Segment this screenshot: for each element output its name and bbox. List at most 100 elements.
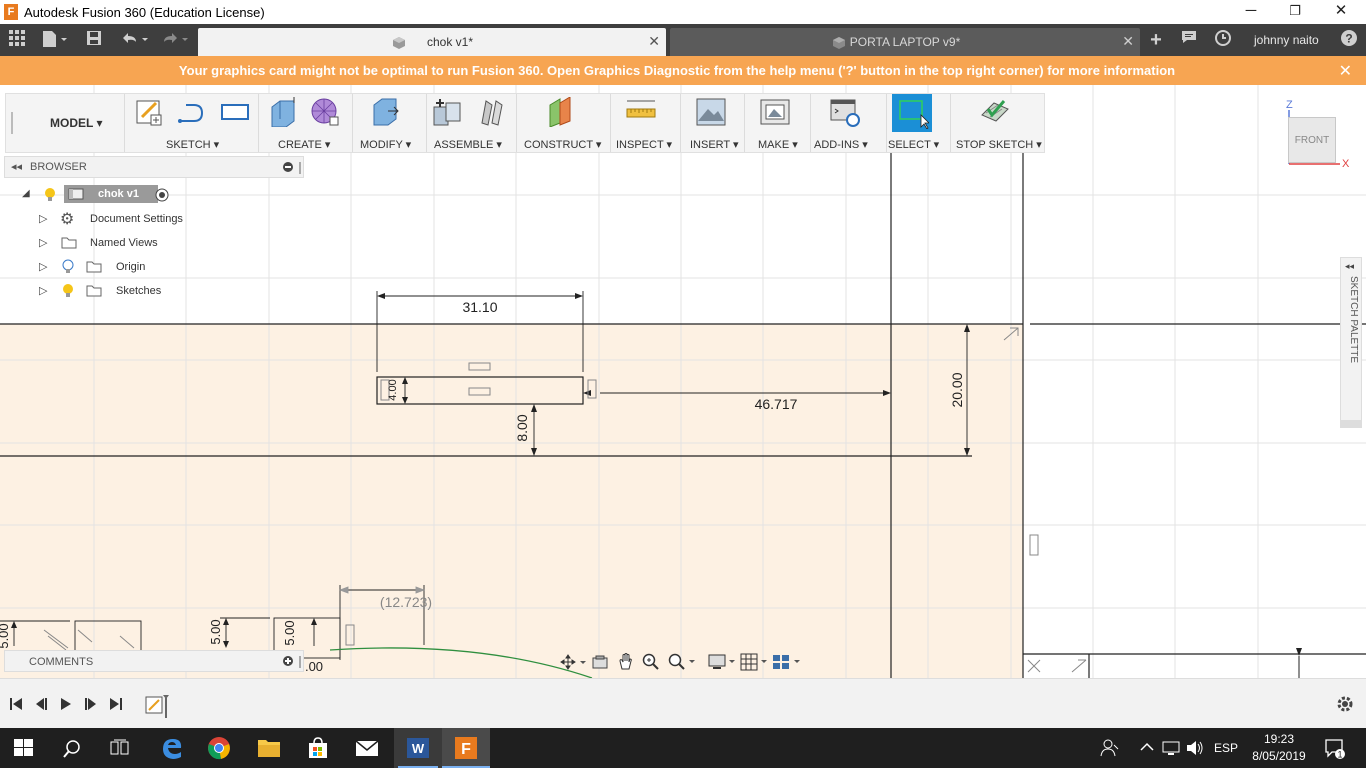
tab-chok-v1[interactable]: chok v1* ✕ <box>198 28 666 56</box>
file-explorer-icon[interactable] <box>257 737 281 759</box>
redo-icon[interactable] <box>158 30 194 50</box>
expand-triangle-icon[interactable]: ▷ <box>39 212 47 225</box>
panel-resize-handle[interactable] <box>299 162 301 174</box>
construct-menu[interactable]: CONSTRUCT ▾ <box>524 138 601 151</box>
browser-header[interactable]: ◂◂ BROWSER <box>4 156 304 178</box>
activate-radio-icon[interactable] <box>155 188 169 202</box>
action-center-icon[interactable]: 1 <box>1324 738 1346 760</box>
timeline-settings-gear-icon[interactable] <box>1336 695 1354 713</box>
assemble-group[interactable]: ASSEMBLE ▾ <box>428 94 514 152</box>
close-window-button[interactable]: ✕ <box>1318 0 1364 24</box>
visibility-bulb-icon[interactable] <box>62 259 74 274</box>
expand-triangle-icon[interactable]: ▷ <box>39 236 47 249</box>
insert-menu[interactable]: INSERT ▾ <box>690 138 739 151</box>
browser-root-item[interactable]: ◢ chok v1 <box>4 184 304 206</box>
look-at-icon[interactable] <box>592 654 608 670</box>
modify-group[interactable]: MODIFY ▾ <box>354 94 424 152</box>
chrome-browser-icon[interactable] <box>207 736 231 760</box>
step-forward-icon[interactable] <box>83 696 99 712</box>
job-status-icon[interactable] <box>1212 30 1234 50</box>
visibility-bulb-icon[interactable] <box>44 187 56 202</box>
expand-triangle-icon[interactable]: ▷ <box>39 284 47 297</box>
word-taskbar-item[interactable]: W <box>394 728 442 768</box>
stop-sketch-group[interactable]: STOP SKETCH ▾ <box>952 94 1044 152</box>
visibility-bulb-icon[interactable] <box>62 283 74 298</box>
chevron-up-icon[interactable] <box>1140 742 1154 752</box>
display-settings-icon[interactable] <box>708 653 736 671</box>
mail-icon[interactable] <box>355 738 379 758</box>
viewports-icon[interactable] <box>772 653 802 671</box>
save-icon[interactable] <box>84 30 104 50</box>
go-to-end-icon[interactable] <box>108 696 124 712</box>
people-icon[interactable] <box>1100 739 1120 757</box>
orbit-icon[interactable] <box>560 654 586 670</box>
add-ins-group[interactable]: ADD-INS ▾ <box>812 94 884 152</box>
browser-item-document-settings[interactable]: ▷ ⚙ Document Settings <box>4 208 304 230</box>
taskbar-date[interactable]: 8/05/2019 <box>1250 749 1308 763</box>
banner-close-icon[interactable]: ✕ <box>1339 61 1352 81</box>
create-group[interactable]: CREATE ▾ <box>260 94 350 152</box>
search-icon[interactable] <box>62 739 82 759</box>
select-menu[interactable]: SELECT ▾ <box>888 138 939 151</box>
browser-item-sketches[interactable]: ▷ Sketches <box>4 280 304 302</box>
stop-sketch-menu[interactable]: STOP SKETCH ▾ <box>956 138 1042 151</box>
inspect-group[interactable]: INSPECT ▾ <box>612 94 678 152</box>
timeline-sketch-feature-icon[interactable] <box>144 693 172 719</box>
volume-icon[interactable] <box>1186 740 1204 756</box>
expand-triangle-icon[interactable]: ▷ <box>39 260 47 273</box>
zoom-window-icon[interactable] <box>668 653 696 671</box>
select-group[interactable]: SELECT ▾ <box>888 94 948 152</box>
new-tab-button[interactable]: + <box>1144 30 1168 50</box>
inspect-menu[interactable]: INSPECT ▾ <box>616 138 672 151</box>
file-menu-icon[interactable] <box>38 30 70 50</box>
comments-panel[interactable]: COMMENTS <box>4 650 304 672</box>
user-account-menu[interactable]: johnny naito <box>1254 33 1319 47</box>
network-icon[interactable] <box>1162 740 1180 756</box>
create-menu[interactable]: CREATE ▾ <box>278 138 330 151</box>
select-tool-button[interactable] <box>892 94 932 132</box>
browser-item-named-views[interactable]: ▷ Named Views <box>4 232 304 254</box>
edge-browser-icon[interactable] <box>160 736 184 760</box>
expand-palette-icon[interactable]: ◂◂ <box>1345 261 1354 272</box>
add-ins-menu[interactable]: ADD-INS ▾ <box>814 138 868 151</box>
palette-scrollbar[interactable] <box>1340 420 1362 428</box>
sketch-group[interactable]: SKETCH ▾ <box>126 94 256 152</box>
sketch-palette-collapsed[interactable]: ◂◂ SKETCH PALETTE <box>1340 257 1362 427</box>
tab-close-icon[interactable]: ✕ <box>1122 33 1134 50</box>
play-icon[interactable] <box>58 696 74 712</box>
minimize-button[interactable]: ─ <box>1228 0 1274 24</box>
toolbar-grip[interactable] <box>6 94 16 152</box>
make-menu[interactable]: MAKE ▾ <box>758 138 798 151</box>
task-view-icon[interactable] <box>110 739 130 757</box>
assemble-menu[interactable]: ASSEMBLE ▾ <box>434 138 502 151</box>
keyboard-language[interactable]: ESP <box>1214 741 1238 755</box>
taskbar-clock[interactable]: 19:23 <box>1250 732 1308 746</box>
modify-menu[interactable]: MODIFY ▾ <box>360 138 411 151</box>
data-panel-grid-icon[interactable] <box>6 30 28 50</box>
browser-item-origin[interactable]: ▷ Origin <box>4 256 304 278</box>
step-back-icon[interactable] <box>33 696 49 712</box>
workspace-switcher[interactable]: MODEL ▾ <box>20 94 124 152</box>
undo-icon[interactable] <box>116 30 152 50</box>
browser-minimize-icon[interactable] <box>283 162 293 172</box>
notifications-icon[interactable] <box>1178 30 1200 50</box>
add-comment-icon[interactable] <box>283 656 293 666</box>
make-group[interactable]: MAKE ▾ <box>746 94 808 152</box>
viewcube-front-face[interactable]: FRONT <box>1288 117 1336 163</box>
fusion-taskbar-item[interactable]: F <box>442 728 490 768</box>
sketch-menu[interactable]: SKETCH ▾ <box>166 138 219 151</box>
store-icon[interactable] <box>306 736 330 760</box>
insert-group[interactable]: INSERT ▾ <box>682 94 742 152</box>
panel-resize-handle[interactable] <box>299 656 301 668</box>
tab-close-icon[interactable]: ✕ <box>648 33 660 50</box>
tab-porta-laptop[interactable]: PORTA LAPTOP v9* ✕ <box>670 28 1140 56</box>
help-icon[interactable]: ? <box>1338 30 1360 50</box>
zoom-icon[interactable] <box>642 653 660 671</box>
go-to-start-icon[interactable] <box>8 696 24 712</box>
collapse-triangle-icon[interactable]: ◢ <box>22 188 30 199</box>
pan-hand-icon[interactable] <box>618 653 634 671</box>
grid-settings-icon[interactable] <box>740 653 768 671</box>
windows-start-icon[interactable] <box>14 739 34 757</box>
restore-button[interactable]: ❐ <box>1272 0 1318 24</box>
construct-group[interactable]: CONSTRUCT ▾ <box>518 94 608 152</box>
